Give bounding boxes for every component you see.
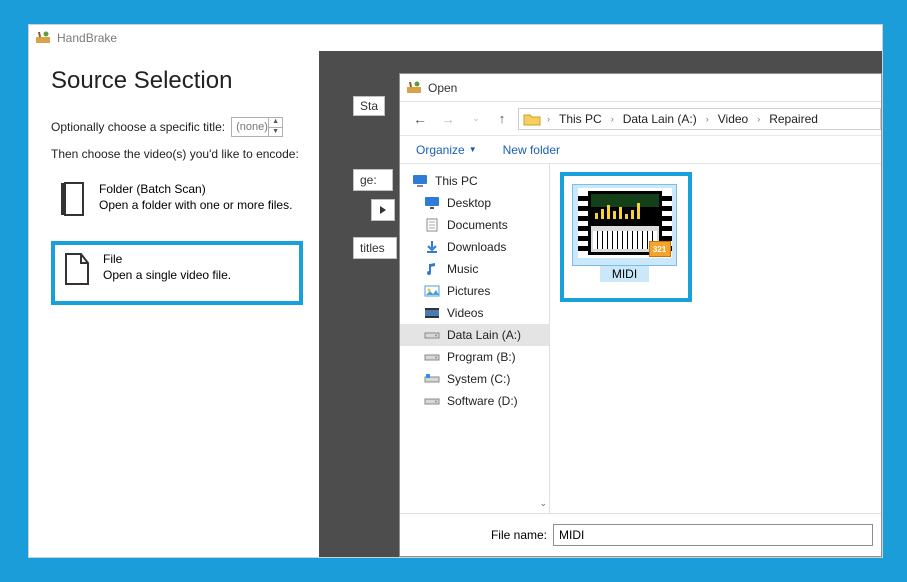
background-pane: Sta ge: titles Open ← → ⌄ ↑: [319, 51, 882, 557]
breadcrumb-item[interactable]: Data Lain (A:): [620, 112, 700, 126]
filename-label: File name:: [491, 528, 547, 542]
tree-item-label: Desktop: [447, 196, 491, 210]
breadcrumb-item[interactable]: Repaired: [766, 112, 821, 126]
recent-dropdown-icon[interactable]: ⌄: [466, 113, 486, 124]
file-list-area[interactable]: 321 MIDI: [550, 164, 881, 513]
tree-item-label: Pictures: [447, 284, 490, 298]
drive-icon: [424, 328, 440, 342]
folder-option-name: Folder (Batch Scan): [99, 181, 292, 197]
tree-item[interactable]: Documents: [400, 214, 549, 236]
file-item-highlight: 321 MIDI: [560, 172, 692, 302]
open-dialog-title: Open: [428, 81, 457, 95]
dialog-toolbar: Organize ▼ New folder: [400, 136, 881, 164]
dialog-bottom-bar: File name:: [400, 513, 881, 556]
filename-input[interactable]: [553, 524, 873, 546]
choose-title-row: Optionally choose a specific title: (non…: [51, 117, 303, 137]
then-choose-label: Then choose the video(s) you'd like to e…: [51, 147, 303, 161]
folder-icon: [59, 181, 87, 217]
new-folder-button[interactable]: New folder: [503, 143, 560, 157]
tree-item-label: This PC: [435, 174, 478, 188]
open-dialog-titlebar: Open: [400, 74, 881, 102]
chevron-right-icon[interactable]: ›: [753, 114, 764, 124]
handbrake-window: HandBrake Source Selection Optionally ch…: [28, 24, 883, 558]
title-spinner[interactable]: (none) ▲ ▼: [231, 117, 283, 137]
music-icon: [424, 262, 440, 276]
choose-title-label: Optionally choose a specific title:: [51, 120, 225, 134]
chevron-right-icon[interactable]: ›: [543, 114, 554, 124]
vid-icon: [424, 306, 440, 320]
tree-item[interactable]: Software (D:): [400, 390, 549, 412]
bg-fragment: titles: [353, 237, 397, 259]
chevron-right-icon[interactable]: ›: [702, 114, 713, 124]
tree-item-label: Music: [447, 262, 478, 276]
title-spinner-value: (none): [236, 121, 268, 133]
chevron-down-icon: ▼: [469, 145, 477, 154]
file-option[interactable]: File Open a single video file.: [61, 249, 293, 289]
tree-item[interactable]: Downloads: [400, 236, 549, 258]
open-dialog-icon: [406, 80, 422, 96]
tree-item-label: System (C:): [447, 372, 510, 386]
organize-button[interactable]: Organize ▼: [416, 143, 477, 157]
chevron-down-icon[interactable]: ⌄: [539, 498, 547, 509]
breadcrumb-folder-icon: [523, 111, 541, 127]
forward-button[interactable]: →: [438, 111, 458, 127]
app-title: HandBrake: [57, 31, 117, 45]
down-icon: [424, 240, 440, 254]
file-option-name: File: [103, 251, 231, 267]
folder-tree[interactable]: This PC Desktop Documents Downloads Music Pic…: [400, 164, 550, 513]
bg-fragment: ge:: [353, 169, 393, 191]
pc-icon: [412, 174, 428, 188]
drive-icon: [424, 394, 440, 408]
tree-item-label: Documents: [447, 218, 508, 232]
tree-item-label: Downloads: [447, 240, 506, 254]
app-titlebar: HandBrake: [29, 25, 882, 51]
handbrake-icon: [35, 30, 51, 46]
folder-option-desc: Open a folder with one or more files.: [99, 197, 292, 213]
breadcrumb-bar[interactable]: › This PC › Data Lain (A:) › Video › Rep…: [518, 108, 881, 130]
doc-icon: [424, 218, 440, 232]
up-button[interactable]: ↑: [494, 111, 510, 126]
breadcrumb-item[interactable]: This PC: [556, 112, 605, 126]
nav-bar: ← → ⌄ ↑ › This PC › Data Lain (A:) › Vid…: [400, 102, 881, 136]
file-option-desc: Open a single video file.: [103, 267, 231, 283]
tree-item-label: Program (B:): [447, 350, 516, 364]
video-thumbnail: 321: [578, 188, 672, 258]
file-icon: [63, 251, 91, 287]
tree-item[interactable]: Videos: [400, 302, 549, 324]
bg-fragment: [371, 199, 395, 221]
spinner-up-icon[interactable]: ▲: [269, 118, 282, 128]
tree-item[interactable]: Pictures: [400, 280, 549, 302]
tree-item-label: Software (D:): [447, 394, 518, 408]
breadcrumb-item[interactable]: Video: [715, 112, 751, 126]
file-item[interactable]: 321 MIDI: [572, 184, 677, 282]
file-name-label: MIDI: [600, 266, 649, 282]
source-selection-pane: Source Selection Optionally choose a spe…: [29, 51, 319, 557]
chevron-right-icon[interactable]: ›: [607, 114, 618, 124]
file-option-highlight: File Open a single video file.: [51, 241, 303, 305]
source-selection-heading: Source Selection: [51, 67, 303, 95]
tree-item[interactable]: This PC: [400, 170, 549, 192]
tree-item[interactable]: Program (B:): [400, 346, 549, 368]
open-dialog: Open ← → ⌄ ↑ › This PC › Data Lain (A:): [399, 73, 882, 557]
desktop-icon: [424, 196, 440, 210]
tree-item[interactable]: System (C:): [400, 368, 549, 390]
bg-fragment: Sta: [353, 96, 385, 116]
folder-option[interactable]: Folder (Batch Scan) Open a folder with o…: [51, 175, 303, 223]
tree-item[interactable]: Desktop: [400, 192, 549, 214]
pic-icon: [424, 284, 440, 298]
codec-badge: 321: [649, 241, 671, 257]
tree-item[interactable]: Data Lain (A:): [400, 324, 549, 346]
tree-item-label: Data Lain (A:): [447, 328, 521, 342]
tree-item[interactable]: Music: [400, 258, 549, 280]
tree-item-label: Videos: [447, 306, 483, 320]
drive-icon: [424, 350, 440, 364]
back-button[interactable]: ←: [410, 111, 430, 127]
drivesys-icon: [424, 372, 440, 386]
spinner-down-icon[interactable]: ▼: [269, 128, 282, 137]
